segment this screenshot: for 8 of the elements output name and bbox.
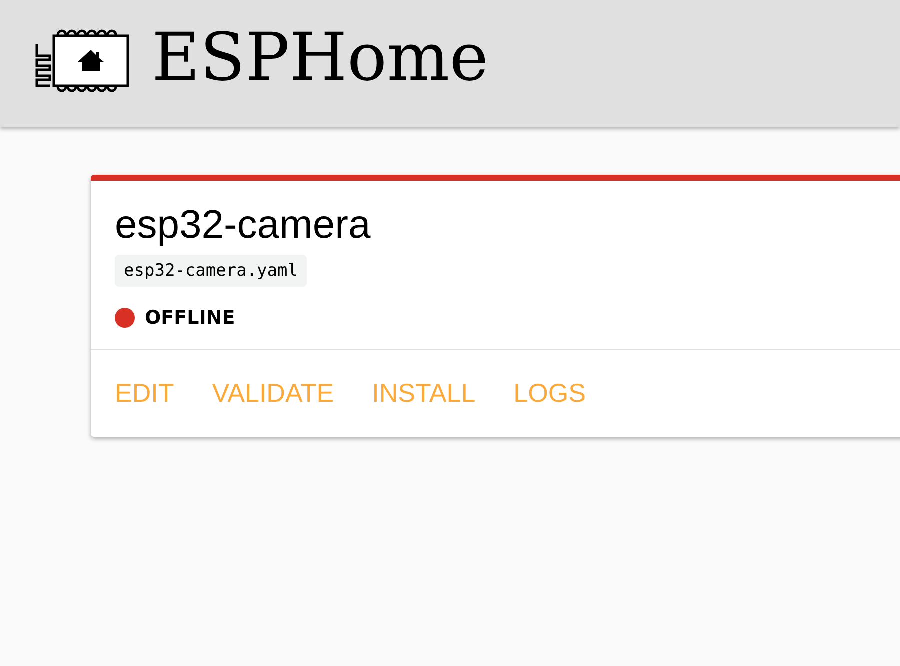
app-title: ESPHome (152, 19, 489, 96)
status-label: OFFLINE (145, 307, 236, 329)
device-name: esp32-camera (115, 202, 371, 249)
action-button[interactable]: LOGS (502, 370, 598, 417)
action-button[interactable]: VALIDATE (200, 370, 346, 417)
config-filename: esp32-camera.yaml (115, 255, 307, 287)
action-button[interactable]: INSTALL (360, 370, 488, 417)
action-button[interactable]: EDIT (103, 370, 186, 417)
